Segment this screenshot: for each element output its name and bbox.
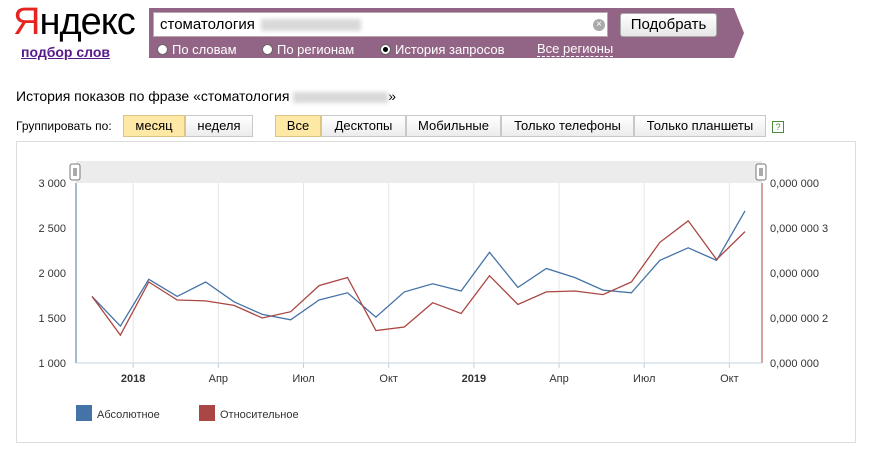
x-tick-label: Окт bbox=[379, 373, 398, 385]
y-right-tick-label: 0,000 000 bbox=[770, 268, 819, 280]
navigator-right-handle[interactable] bbox=[755, 163, 767, 181]
y-left-tick-label: 2 500 bbox=[38, 223, 66, 235]
x-tick-label: Июл bbox=[292, 373, 314, 385]
x-tick-label: Апр bbox=[209, 373, 228, 385]
x-tick-label: 2019 bbox=[462, 373, 486, 385]
y-left-tick-label: 2 000 bbox=[38, 268, 66, 280]
legend-absolute-label[interactable]: Абсолютное bbox=[97, 409, 160, 421]
y-right-tick-label: 0,000 000 bbox=[770, 178, 819, 190]
x-tick-label: Апр bbox=[549, 373, 568, 385]
legend-relative-swatch bbox=[199, 405, 215, 421]
y-left-tick-label: 1 000 bbox=[38, 358, 66, 370]
history-chart: 3 000 2 500 2 000 1 500 1 000 0,000 000 0,000 … bbox=[38, 161, 828, 421]
y-right-tick-label: 0,000 000 3 bbox=[770, 223, 828, 235]
y-right-tick-label: 0,000 000 2 bbox=[770, 313, 828, 325]
legend-relative-label[interactable]: Относительное bbox=[220, 409, 299, 421]
x-tick-label: Окт bbox=[720, 373, 739, 385]
series-relative-line bbox=[91, 219, 746, 337]
legend-absolute-swatch bbox=[76, 405, 92, 421]
navigator-left-handle[interactable] bbox=[69, 163, 81, 181]
navigator-bar bbox=[76, 161, 762, 183]
y-left-tick-label: 1 500 bbox=[38, 313, 66, 325]
x-tick-label: 2018 bbox=[121, 373, 145, 385]
y-right-tick-label: 0,000 000 bbox=[770, 358, 819, 370]
x-tick-label: Июл bbox=[633, 373, 655, 385]
y-left-tick-label: 3 000 bbox=[38, 178, 66, 190]
series-absolute-line bbox=[91, 210, 746, 328]
